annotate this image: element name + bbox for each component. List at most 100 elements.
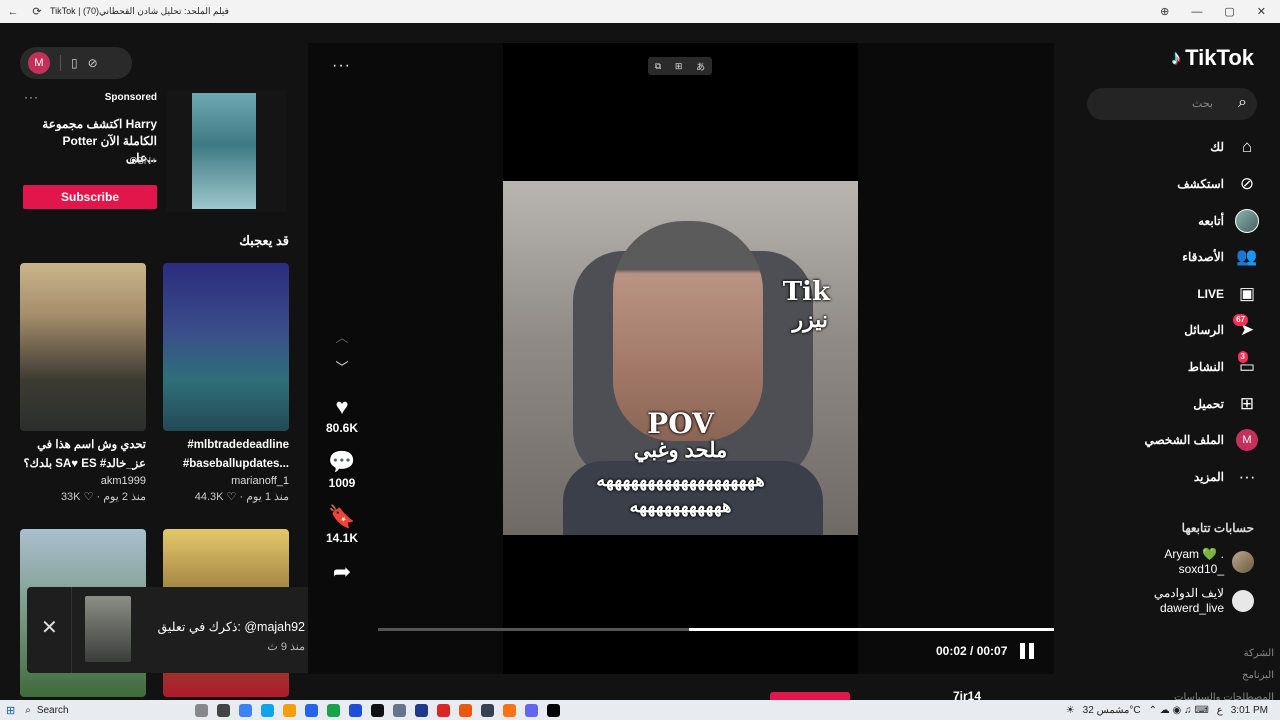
video-caption[interactable]: #mlbtradedeadline #baseballupdates... bbox=[163, 436, 289, 474]
share-button[interactable]: ➦ bbox=[322, 560, 362, 584]
app-icon[interactable] bbox=[305, 703, 319, 717]
app-icon[interactable] bbox=[393, 703, 407, 717]
account-name: Aryam 💚 . bbox=[1164, 547, 1224, 561]
following-avatar-icon bbox=[1234, 208, 1260, 234]
close-button[interactable]: ✕ bbox=[1257, 5, 1266, 18]
app-icon[interactable] bbox=[239, 703, 253, 717]
app-icon[interactable] bbox=[371, 703, 385, 717]
app-icon[interactable] bbox=[195, 703, 209, 717]
follow-button[interactable] bbox=[770, 692, 850, 700]
language-indicator[interactable]: ع bbox=[1217, 705, 1223, 716]
chevron-down-icon[interactable]: ﹀ bbox=[334, 357, 350, 376]
video-author[interactable]: marianoff_1 bbox=[163, 475, 289, 487]
nav-friends[interactable]: الأصدقاء 👥 bbox=[1182, 244, 1260, 270]
taskbar-search[interactable]: ⌕ Search bbox=[25, 705, 165, 716]
mini-player-icon[interactable]: ⊞ bbox=[675, 61, 683, 72]
video-thumbnail[interactable] bbox=[20, 263, 146, 431]
phone-icon[interactable]: ▯ bbox=[71, 56, 78, 70]
nav-label: النشاط bbox=[1187, 360, 1224, 374]
comment-icon[interactable]: 💬 bbox=[322, 450, 362, 474]
captions-icon[interactable]: あ bbox=[696, 60, 705, 73]
search-icon[interactable]: ⌕ bbox=[1238, 94, 1247, 112]
windows-start-icon[interactable]: ⊞ bbox=[6, 704, 15, 717]
save-button[interactable]: 🔖 14.1K bbox=[322, 505, 362, 546]
account-handle: soxd10_ bbox=[1178, 562, 1224, 576]
search-input[interactable]: بحث ⌕ bbox=[1087, 88, 1257, 120]
logo-text: TikTok bbox=[1185, 45, 1254, 70]
back-icon[interactable]: ← bbox=[6, 5, 20, 19]
account-handle: dawerd_live bbox=[1159, 601, 1224, 615]
compass-icon: ⊘ bbox=[1239, 174, 1255, 193]
nav-label: لك bbox=[1210, 140, 1224, 154]
heart-icon[interactable]: ♥ bbox=[322, 395, 362, 419]
search-placeholder: بحث bbox=[1192, 98, 1213, 110]
account-avatar[interactable] bbox=[1232, 590, 1254, 612]
nav-following[interactable]: أتابعه bbox=[1198, 208, 1260, 234]
minimize-button[interactable]: — bbox=[1191, 6, 1202, 18]
share-icon[interactable]: ➦ bbox=[322, 560, 362, 584]
app-icon[interactable] bbox=[283, 703, 297, 717]
video-card[interactable]: #mlbtradedeadline #baseballupdates... ma… bbox=[163, 263, 289, 503]
nav-profile[interactable]: الملف الشخصي M bbox=[1144, 427, 1260, 453]
video-card[interactable]: تحدي وش اسم هذا في بلدك؟ SA♥ ES #عز_خالد… bbox=[20, 263, 146, 503]
footer-link[interactable]: المصطلحات والسياسات bbox=[1174, 687, 1274, 700]
account-avatar[interactable] bbox=[1232, 551, 1254, 573]
app-icon[interactable] bbox=[415, 703, 429, 717]
zoom-icon[interactable]: ⊕ bbox=[1160, 5, 1169, 18]
profile-avatar[interactable]: M bbox=[28, 52, 50, 74]
clock[interactable]: 3:01 PM bbox=[1231, 705, 1268, 716]
footer-link[interactable]: الشركة bbox=[1174, 643, 1274, 665]
tiktok-logo[interactable]: ♪ TikTok bbox=[1171, 45, 1254, 71]
video-thumbnail[interactable] bbox=[163, 263, 289, 431]
app-icon[interactable] bbox=[525, 703, 539, 717]
app-icon[interactable] bbox=[459, 703, 473, 717]
close-icon[interactable]: ✕ bbox=[41, 615, 58, 640]
bookmark-icon[interactable]: 🔖 bbox=[322, 505, 362, 529]
right-sidebar: ♪ TikTok بحث ⌕ لك ⌂ استكشف ⊘ أتابعه الأص… bbox=[1054, 23, 1280, 700]
app-icon[interactable] bbox=[503, 703, 517, 717]
maximize-button[interactable]: ▢ bbox=[1224, 5, 1234, 18]
chevron-up-icon[interactable]: ︿ bbox=[334, 327, 350, 346]
pause-button[interactable] bbox=[1019, 643, 1035, 659]
tiktok-app-icon[interactable] bbox=[547, 703, 561, 717]
following-account[interactable]: لايف الدوادمي dawerd_live bbox=[1154, 586, 1254, 616]
app-icon[interactable] bbox=[481, 703, 495, 717]
more-options-icon[interactable]: ··· bbox=[332, 57, 351, 75]
subscribe-button[interactable]: Subscribe bbox=[23, 185, 157, 209]
comment-button[interactable]: 💬 1009 bbox=[322, 450, 362, 491]
nav-messages[interactable]: الرسائل ➤ 67 bbox=[1184, 314, 1260, 343]
more-options-icon[interactable]: ··· bbox=[24, 90, 39, 104]
video-caption[interactable]: تحدي وش اسم هذا في بلدك؟ SA♥ ES #عز_خالد bbox=[20, 436, 146, 474]
may-like-heading: قد يعجبك bbox=[239, 233, 289, 248]
nav-live[interactable]: LIVE ▣ bbox=[1197, 281, 1260, 307]
video-frame[interactable]: Tik نيزر POV ملحد وغبي ههههههههههههههههه… bbox=[503, 181, 858, 535]
app-icon[interactable] bbox=[261, 703, 275, 717]
refresh-icon[interactable]: ⟳ bbox=[30, 5, 44, 19]
like-button[interactable]: ♥ 80.6K bbox=[322, 395, 362, 436]
overlay-line: هههههههههههه bbox=[629, 496, 732, 516]
tray-icons[interactable]: ⌃ ☁ ◉ ♫ ⌨ bbox=[1149, 705, 1209, 716]
compass-icon[interactable]: ⊘ bbox=[88, 56, 98, 70]
video-author[interactable]: akm1999 bbox=[20, 475, 146, 487]
app-icon[interactable] bbox=[437, 703, 451, 717]
following-account[interactable]: Aryam 💚 . soxd10_ bbox=[1164, 547, 1254, 577]
nav-more[interactable]: المزيد ··· bbox=[1194, 464, 1260, 490]
notification-thumbnail[interactable] bbox=[85, 596, 131, 662]
app-icon[interactable] bbox=[217, 703, 231, 717]
footer-link[interactable]: البرنامج bbox=[1174, 665, 1274, 687]
ad-thumbnail[interactable] bbox=[166, 90, 286, 212]
notification-text[interactable]: ذكرك في تعليق: @majah92 bbox=[158, 619, 306, 634]
next-username[interactable]: 7ir14 bbox=[953, 689, 981, 700]
nav-activity[interactable]: النشاط ▭ 3 bbox=[1187, 351, 1260, 380]
profile-pill[interactable]: M ▯ ⊘ bbox=[20, 47, 132, 79]
app-icon[interactable] bbox=[327, 703, 341, 717]
nav-explore[interactable]: استكشف ⊘ bbox=[1177, 171, 1260, 197]
browser-titlebar: ← ⟳ TikTok | فيلم الملحد: تحليل شادن الق… bbox=[0, 0, 1280, 23]
following-accounts-heading: حسابات تتابعها bbox=[1181, 521, 1254, 535]
pip-icon[interactable]: ⧉ bbox=[655, 61, 661, 72]
nav-foryou[interactable]: لك ⌂ bbox=[1210, 134, 1260, 160]
progress-bar[interactable] bbox=[378, 628, 1054, 631]
nav-upload[interactable]: تحميل ⊞ bbox=[1193, 391, 1260, 417]
video-player[interactable]: ··· ⧉ ⊞ あ Tik نيزر POV ملحد وغبي ههههههه… bbox=[308, 43, 1054, 674]
app-icon[interactable] bbox=[349, 703, 363, 717]
